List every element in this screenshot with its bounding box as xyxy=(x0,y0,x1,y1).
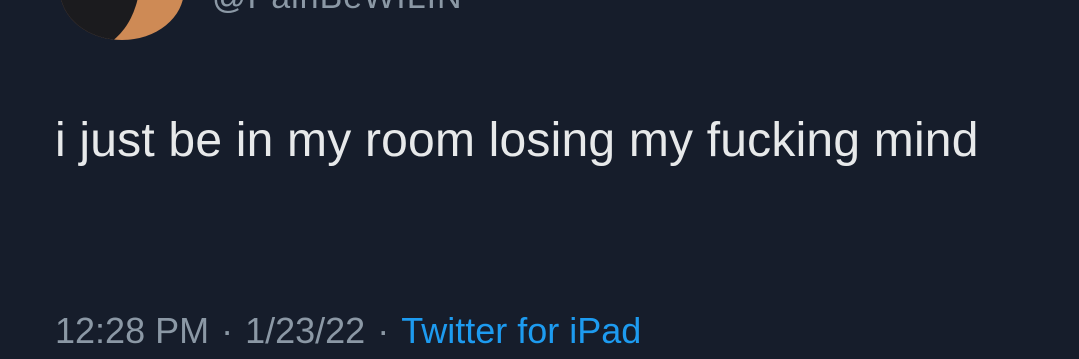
avatar[interactable] xyxy=(60,0,184,40)
tweet-source-link[interactable]: Twitter for iPad xyxy=(401,310,641,351)
separator-dot: · xyxy=(377,310,390,351)
tweet-time[interactable]: 12:28 PM xyxy=(55,310,209,351)
tweet-card: @PainBeWILIN i just be in my room losing… xyxy=(0,0,1079,359)
tweet-text: i just be in my room losing my fucking m… xyxy=(55,114,979,167)
avatar-shadow xyxy=(60,0,140,40)
tweet-date[interactable]: 1/23/22 xyxy=(245,310,365,351)
tweet-metadata: 12:28 PM · 1/23/22 · Twitter for iPad xyxy=(55,310,641,352)
author-handle[interactable]: @PainBeWILIN xyxy=(212,0,463,17)
separator-dot: · xyxy=(221,310,234,351)
